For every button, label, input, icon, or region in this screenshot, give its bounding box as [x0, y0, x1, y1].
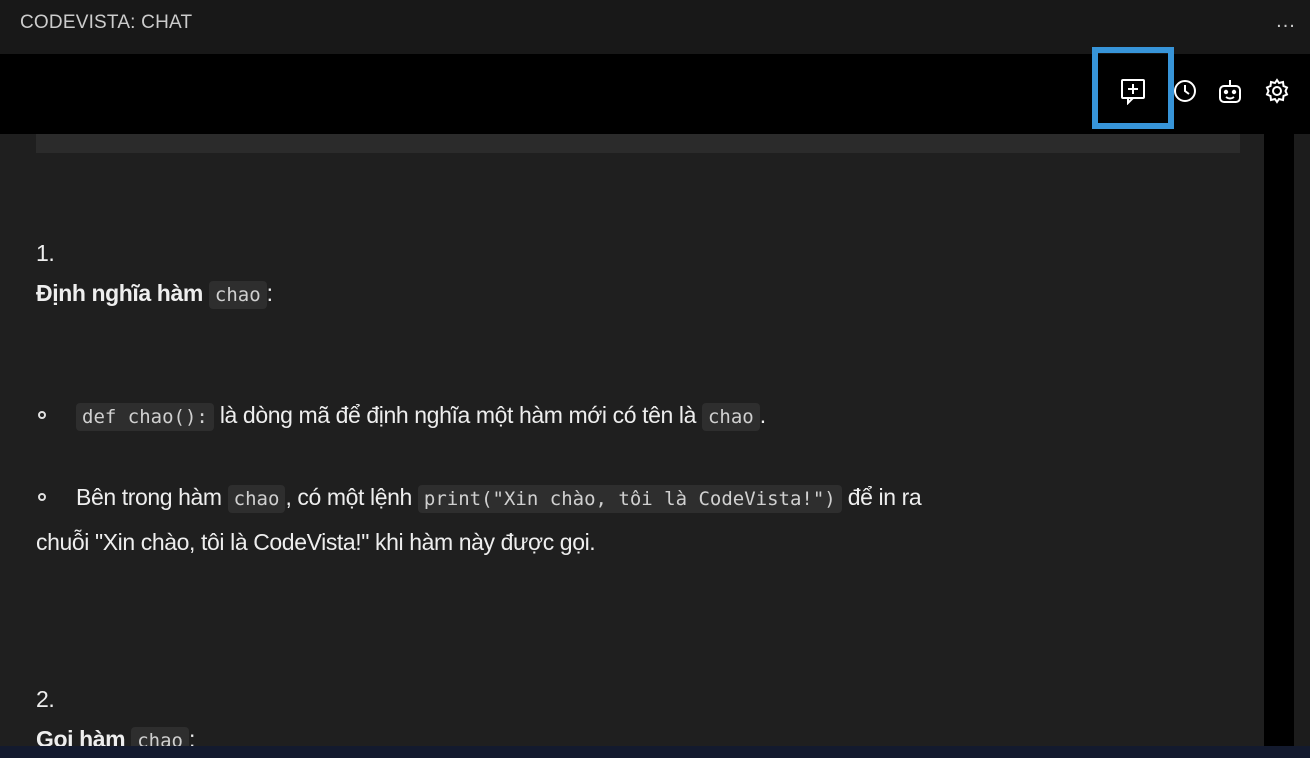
heading-suffix: : [188, 726, 195, 746]
bot-icon[interactable] [1215, 76, 1245, 106]
bullet-item: Bên trong hàm chao, có một lệnh print("X… [76, 482, 922, 514]
new-chat-highlight [1092, 47, 1174, 129]
heading-text: Gọi hàm [36, 726, 126, 746]
bullet-icon [38, 493, 46, 501]
inline-code: def chao(): [76, 403, 214, 431]
inline-code: print("Xin chào, tôi là CodeVista!") [417, 485, 842, 513]
chat-message-area: 1. Định nghĩa hàm chao: def chao(): là d… [12, 134, 1264, 746]
inline-code: chao [227, 485, 286, 513]
history-icon[interactable] [1170, 76, 1200, 106]
settings-icon[interactable] [1262, 76, 1292, 106]
panel-title: CODEVISTA: CHAT [20, 12, 193, 33]
bottom-edge [0, 746, 1310, 758]
bullet-text: để in ra [847, 484, 922, 510]
list-heading: Định nghĩa hàm chao: [36, 278, 273, 310]
panel-header: CODEVISTA: CHAT ... [0, 0, 1310, 54]
bullet-continuation: chuỗi "Xin chào, tôi là CodeVista!" khi … [36, 529, 596, 555]
bullet-text: là dòng mã để định nghĩa một hàm mới có … [219, 402, 697, 428]
list-heading: Gọi hàm chao: [36, 724, 195, 746]
scrollbar[interactable] [1264, 134, 1294, 746]
bullet-end: . [759, 402, 766, 428]
bullet-text: , có một lệnh [285, 484, 412, 510]
inline-code: chao [208, 281, 267, 309]
heading-text: Định nghĩa hàm [36, 280, 203, 306]
inline-code: chao [701, 403, 760, 431]
list-number: 2. [36, 686, 55, 712]
list-number: 1. [36, 240, 55, 266]
code-block [36, 134, 1240, 153]
bullet-item: def chao(): là dòng mã để định nghĩa một… [76, 400, 766, 432]
more-actions-button[interactable]: ... [1270, 6, 1302, 36]
heading-suffix: : [266, 280, 273, 306]
inline-code: chao [131, 727, 189, 746]
panel-edge [1294, 134, 1310, 746]
bullet-icon [38, 411, 46, 419]
bullet-text: Bên trong hàm [76, 484, 222, 510]
